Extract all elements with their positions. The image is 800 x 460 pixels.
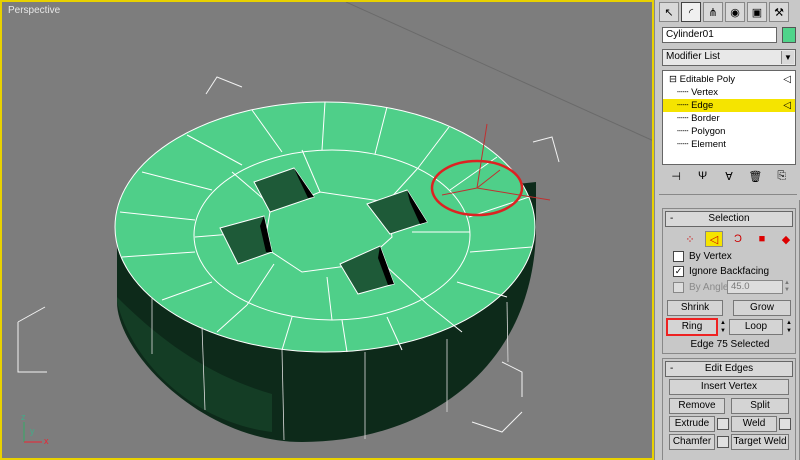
- split-button[interactable]: Split: [731, 398, 789, 414]
- modifier-list-label: Modifier List: [666, 51, 720, 62]
- chevron-down-icon: ▼: [781, 51, 794, 64]
- by-vertex-checkbox[interactable]: By Vertex: [673, 251, 732, 262]
- extrude-settings-icon[interactable]: [717, 418, 729, 430]
- chamfer-settings-icon[interactable]: [717, 436, 729, 448]
- object-color-swatch[interactable]: [782, 27, 796, 43]
- insert-vertex-button[interactable]: Insert Vertex: [669, 379, 789, 395]
- polygon-level-icon[interactable]: ■: [753, 231, 771, 247]
- motion-tab[interactable]: ◉: [725, 2, 745, 22]
- stack-item-vertex[interactable]: ┄┄ Vertex: [663, 86, 795, 99]
- collapse-icon[interactable]: ⊟: [669, 74, 677, 85]
- spinner-icon: ▲ ▼: [784, 280, 790, 293]
- weld-button[interactable]: Weld: [731, 416, 777, 432]
- modifier-stack[interactable]: ⊟ Editable Poly ◁ ┄┄ Vertex ┄┄ Edge ◁ ┄┄…: [662, 70, 796, 165]
- border-level-icon[interactable]: Ɔ: [729, 231, 747, 247]
- command-panel: ↖ ◜ ⋔ ◉ ▣ ⚒ Cylinder01 Modifier List ▼ ⊟…: [654, 0, 800, 460]
- stack-root-label: Editable Poly: [679, 74, 736, 85]
- configure-modifier-sets-icon[interactable]: ⎘: [774, 170, 790, 188]
- modifier-list-dropdown[interactable]: Modifier List ▼: [662, 49, 796, 66]
- selection-rollout-header[interactable]: - Selection: [665, 211, 793, 227]
- scene-canvas[interactable]: [2, 2, 654, 460]
- checkmark-icon[interactable]: ✓: [673, 266, 684, 277]
- stack-item-element[interactable]: ┄┄ Element: [663, 138, 795, 151]
- stack-item-border[interactable]: ┄┄ Border: [663, 112, 795, 125]
- pointer-icon: ↖: [664, 6, 674, 19]
- selection-title: Selection: [708, 213, 750, 224]
- ring-button[interactable]: Ring: [666, 318, 718, 336]
- edit-edges-rollout: - Edit Edges Insert Vertex Remove Split …: [662, 358, 796, 460]
- collapse-minus-icon: -: [670, 213, 674, 224]
- stack-item-label: Edge: [691, 100, 714, 111]
- stack-item-polygon[interactable]: ┄┄ Polygon: [663, 125, 795, 138]
- ignore-backfacing-label: Ignore Backfacing: [689, 266, 770, 277]
- edit-edges-rollout-header[interactable]: - Edit Edges: [665, 361, 793, 377]
- stack-item-label: Vertex: [691, 87, 719, 98]
- motion-icon: ◉: [730, 6, 740, 19]
- hierarchy-tab[interactable]: ⋔: [703, 2, 723, 22]
- utilities-hammer-icon: ⚒: [774, 6, 784, 19]
- weld-settings-icon[interactable]: [779, 418, 791, 430]
- pin-stack-icon[interactable]: ⊣: [668, 170, 684, 188]
- tree-line-icon: ┄┄: [677, 100, 692, 111]
- vertex-level-icon[interactable]: ⁘: [681, 231, 699, 247]
- axis-label-z: z: [21, 412, 26, 422]
- extrude-button[interactable]: Extrude: [669, 416, 715, 432]
- axis-label-y: y: [30, 426, 35, 436]
- display-tab[interactable]: ▣: [747, 2, 767, 22]
- by-angle-label: By Angle:: [689, 282, 732, 293]
- by-angle-input: 45.0: [727, 280, 783, 294]
- checkbox-box: [673, 282, 684, 293]
- hierarchy-icon: ⋔: [708, 6, 718, 19]
- collapse-minus-icon: -: [670, 363, 674, 374]
- target-weld-button[interactable]: Target Weld: [731, 434, 789, 450]
- stack-item-label: Border: [691, 113, 720, 124]
- remove-button[interactable]: Remove: [669, 398, 725, 414]
- by-angle-checkbox: By Angle:: [673, 282, 731, 293]
- selection-rollout: - Selection ⁘ ◁ Ɔ ■ ◆ By Vertex ✓ Ignore…: [662, 208, 796, 354]
- selection-status: Edge 75 Selected: [690, 339, 770, 350]
- axis-label-x: x: [44, 436, 49, 446]
- tree-line-icon: ┄┄: [677, 87, 692, 98]
- command-panel-tabs: ↖ ◜ ⋔ ◉ ▣ ⚒: [659, 2, 799, 24]
- edit-edges-title: Edit Edges: [704, 363, 754, 374]
- grow-button[interactable]: Grow: [733, 300, 791, 316]
- shrink-button[interactable]: Shrink: [667, 300, 723, 316]
- checkbox-box[interactable]: [673, 251, 684, 262]
- element-level-icon[interactable]: ◆: [777, 231, 795, 247]
- stack-item-label: Polygon: [691, 126, 726, 137]
- tree-line-icon: ┄┄: [677, 139, 692, 150]
- tree-line-icon: ┄┄: [677, 113, 692, 124]
- ring-spinner-icon[interactable]: ▲ ▼: [719, 319, 727, 335]
- axis-tripod: z y x: [16, 412, 56, 452]
- edge-level-icon[interactable]: ◁: [705, 231, 723, 247]
- perspective-viewport[interactable]: Perspective z y x: [0, 0, 654, 460]
- object-name-field[interactable]: Cylinder01: [662, 27, 777, 43]
- divider: [659, 194, 797, 195]
- remove-modifier-icon[interactable]: 🗑: [747, 170, 763, 188]
- utilities-tab[interactable]: ⚒: [769, 2, 789, 22]
- stack-item-label: Element: [691, 139, 726, 150]
- create-tab[interactable]: ↖: [659, 2, 679, 22]
- sublevel-buttons: ⁘ ◁ Ɔ ■ ◆: [681, 231, 795, 247]
- stack-toolbar: ⊣ Ψ ∀ 🗑 ⎘: [663, 170, 795, 188]
- edge-level-icon: ◁: [783, 74, 791, 85]
- modify-arc-icon: ◜: [688, 6, 694, 19]
- stack-item-editable-poly[interactable]: ⊟ Editable Poly ◁: [663, 73, 795, 86]
- loop-spinner-icon[interactable]: ▲ ▼: [785, 319, 793, 335]
- chamfer-button[interactable]: Chamfer: [669, 434, 715, 450]
- cylinder-mesh[interactable]: [114, 101, 536, 442]
- edge-level-icon: ◁: [783, 100, 791, 111]
- show-end-result-icon[interactable]: Ψ: [695, 170, 711, 188]
- loop-button[interactable]: Loop: [729, 319, 783, 335]
- modify-tab[interactable]: ◜: [681, 2, 701, 22]
- by-vertex-label: By Vertex: [689, 251, 732, 262]
- tree-line-icon: ┄┄: [677, 126, 692, 137]
- display-icon: ▣: [751, 6, 763, 19]
- make-unique-icon[interactable]: ∀: [721, 170, 737, 188]
- ignore-backfacing-checkbox[interactable]: ✓ Ignore Backfacing: [673, 266, 769, 277]
- stack-item-edge[interactable]: ┄┄ Edge ◁: [663, 99, 795, 112]
